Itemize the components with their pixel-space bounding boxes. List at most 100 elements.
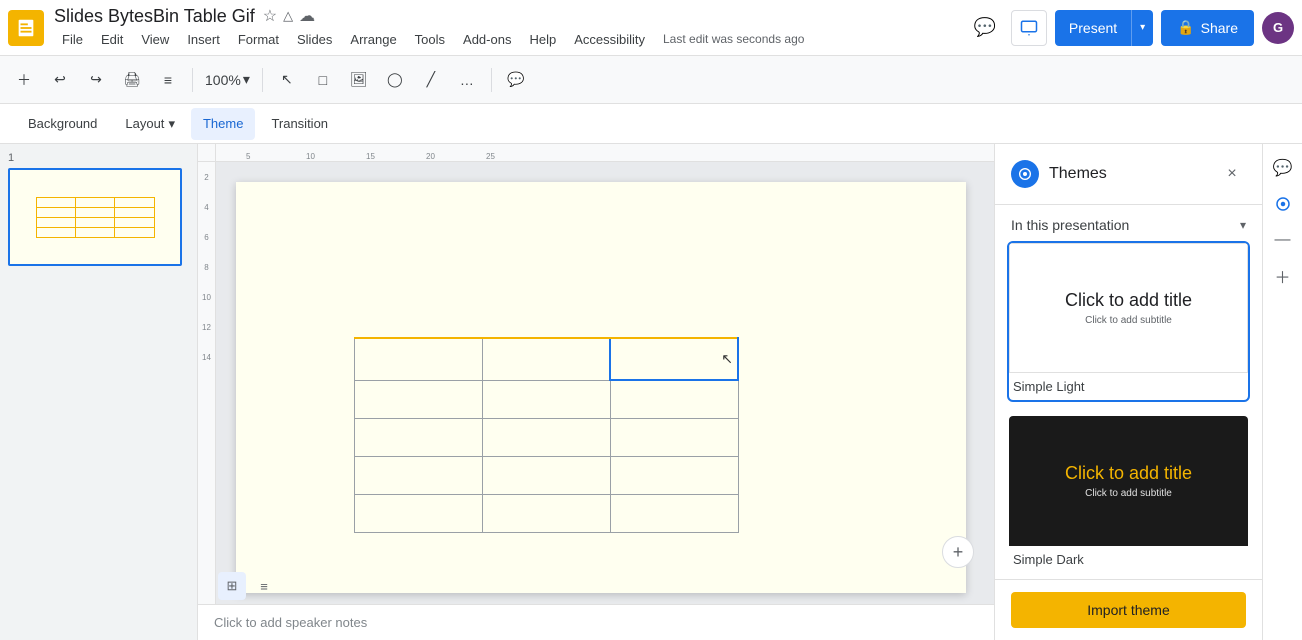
menu-file[interactable]: File	[54, 29, 91, 50]
top-bar: Slides BytesBin Table Gif ☆ △ ☁ File Edi…	[0, 0, 1302, 56]
table-cell[interactable]	[355, 380, 483, 418]
present-button[interactable]: Present ▾	[1055, 10, 1153, 46]
doc-title[interactable]: Slides BytesBin Table Gif	[54, 6, 255, 27]
shape2-button[interactable]: ◯	[379, 64, 411, 96]
redo-button[interactable]: ↪	[80, 64, 112, 96]
line-button[interactable]: ╱	[415, 64, 447, 96]
menu-insert[interactable]: Insert	[179, 29, 228, 50]
table-cell[interactable]	[355, 338, 483, 380]
themes-list: Click to add title Click to add subtitle…	[995, 241, 1262, 579]
menu-bar: File Edit View Insert Format Slides Arra…	[54, 29, 967, 50]
toolbar: ＋ ↩ ↪ 🖨 ≡ 100% ▾ ↖ □ 🖼 ◯ ╱ … 💬	[0, 56, 1302, 104]
print-button[interactable]: 🖨	[116, 64, 148, 96]
table-cell[interactable]	[482, 494, 610, 532]
table-cell[interactable]	[610, 494, 738, 532]
layout-button[interactable]: Layout ▾	[113, 108, 187, 140]
comment-button[interactable]: 💬	[967, 10, 1003, 46]
undo-button[interactable]: ↩	[44, 64, 76, 96]
menu-format[interactable]: Format	[230, 29, 287, 50]
table-row	[355, 494, 739, 532]
slide-editor-wrapper: 5 10 15 20 25 2 4 6 8 10 12 14	[198, 144, 994, 640]
thumb-content	[10, 170, 180, 264]
slide-number-1: 1	[8, 152, 189, 164]
drive-icon[interactable]: △	[283, 8, 293, 24]
list-view-button[interactable]: ≡	[250, 572, 278, 600]
comment-toolbar-button[interactable]: 💬	[500, 64, 532, 96]
share-button[interactable]: 🔒 Share	[1161, 10, 1254, 46]
menu-accessibility[interactable]: Accessibility	[566, 29, 653, 50]
cursor-indicator: ↖	[721, 351, 733, 368]
theme-preview-dark: Click to add title Click to add subtitle	[1009, 416, 1248, 546]
grid-view-button[interactable]: ⊞	[218, 572, 246, 600]
theme-preview-light: Click to add title Click to add subtitle	[1009, 243, 1248, 373]
table-cell[interactable]	[610, 456, 738, 494]
ruler-tick-15: 15	[366, 152, 375, 161]
themes-icon	[1011, 160, 1039, 188]
theme-preview-sub-dark: Click to add subtitle	[1085, 488, 1172, 499]
slide-table-container[interactable]: ↖	[354, 337, 739, 533]
format-options-button[interactable]: ≡	[152, 64, 184, 96]
select-button[interactable]: ↖	[271, 64, 303, 96]
table-cell[interactable]	[355, 418, 483, 456]
theme-preview-sub-light: Click to add subtitle	[1085, 315, 1172, 326]
mini-table	[36, 197, 155, 238]
add-button[interactable]: ＋	[8, 64, 40, 96]
share-label: Share	[1201, 20, 1238, 36]
notes-bar[interactable]: Click to add speaker notes	[198, 604, 994, 640]
table-cell[interactable]	[610, 380, 738, 418]
table-cell[interactable]	[355, 456, 483, 494]
star-icon[interactable]: ☆	[263, 6, 277, 26]
avatar[interactable]: G	[1262, 12, 1294, 44]
slides-button[interactable]	[1011, 10, 1047, 46]
menu-addons[interactable]: Add-ons	[455, 29, 519, 50]
table-cell-selected[interactable]: ↖	[610, 338, 738, 380]
menu-arrange[interactable]: Arrange	[342, 29, 404, 50]
ruler-tick-10: 10	[306, 152, 315, 161]
present-dropdown-arrow[interactable]: ▾	[1132, 10, 1153, 46]
slide-canvas-area[interactable]: ↖	[216, 162, 994, 604]
table-cell[interactable]	[482, 418, 610, 456]
transition-button[interactable]: Transition	[259, 108, 340, 140]
table-cell[interactable]	[355, 494, 483, 532]
app-logo[interactable]	[8, 10, 44, 46]
menu-slides[interactable]: Slides	[289, 29, 340, 50]
more-shapes-button[interactable]: …	[451, 64, 483, 96]
slide-canvas[interactable]: ↖	[236, 182, 966, 593]
themes-chevron-icon[interactable]: ▾	[1240, 218, 1246, 232]
right-icon-chat[interactable]: 💬	[1267, 152, 1299, 184]
table-cell[interactable]	[482, 380, 610, 418]
notes-add-button[interactable]: +	[942, 536, 974, 568]
table-cell[interactable]	[610, 418, 738, 456]
ruler-tick-25: 25	[486, 152, 495, 161]
slide-thumbnail-1[interactable]	[8, 168, 182, 266]
title-icons: ☆ △ ☁	[263, 6, 315, 26]
theme-preview-title-dark: Click to add title	[1065, 463, 1192, 484]
menu-tools[interactable]: Tools	[407, 29, 453, 50]
menu-edit[interactable]: Edit	[93, 29, 131, 50]
zoom-button[interactable]: 100% ▾	[201, 64, 254, 96]
background-button[interactable]: Background	[16, 108, 109, 140]
right-icon-minus[interactable]: —	[1267, 224, 1299, 256]
import-theme-button[interactable]: Import theme	[1011, 592, 1246, 628]
theme-card-simple-light[interactable]: Click to add title Click to add subtitle…	[1007, 241, 1250, 402]
cloud-icon[interactable]: ☁	[299, 6, 315, 26]
divider-3	[491, 68, 492, 92]
table-cell[interactable]	[482, 338, 610, 380]
ruler-v-tick-8: 8	[198, 252, 215, 282]
right-icon-themes[interactable]	[1267, 188, 1299, 220]
theme-button[interactable]: Theme	[191, 108, 255, 140]
menu-help[interactable]: Help	[521, 29, 564, 50]
zoom-arrow: ▾	[243, 71, 250, 88]
table-cell[interactable]	[482, 456, 610, 494]
slide-table[interactable]: ↖	[354, 337, 739, 533]
table-row	[355, 418, 739, 456]
shape-button[interactable]: □	[307, 64, 339, 96]
menu-view[interactable]: View	[133, 29, 177, 50]
lock-icon: 🔒	[1177, 19, 1194, 36]
theme-card-simple-dark[interactable]: Click to add title Click to add subtitle…	[1007, 414, 1250, 575]
image-button[interactable]: 🖼	[343, 64, 375, 96]
themes-close-button[interactable]: ×	[1218, 160, 1246, 188]
right-icon-plus[interactable]: ＋	[1267, 260, 1299, 292]
ruler-v-tick-12: 12	[198, 312, 215, 342]
themes-footer: Import theme	[995, 579, 1262, 640]
